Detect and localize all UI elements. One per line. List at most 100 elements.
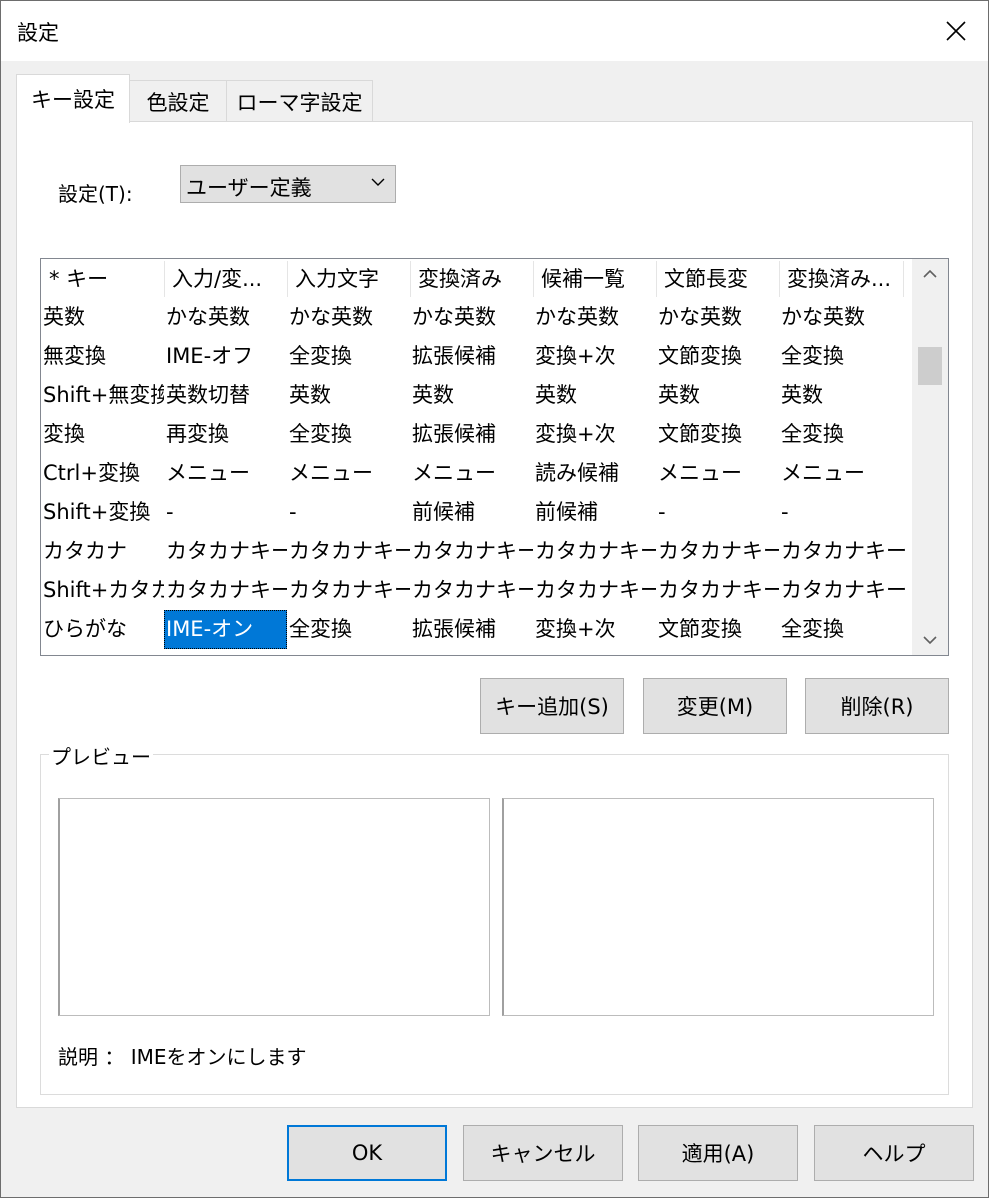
assignment-cell[interactable]: カタカナキー xyxy=(410,532,533,571)
assignment-cell[interactable]: 拡張候補 xyxy=(410,415,533,454)
assignment-cell[interactable]: メニュー xyxy=(287,454,410,493)
table-row[interactable]: Ctrl+変換 メニュー メニュー メニュー 読み候補 メニュー メニュー xyxy=(41,454,912,493)
cancel-button[interactable]: キャンセル xyxy=(463,1125,623,1181)
help-button[interactable]: ヘルプ xyxy=(814,1125,974,1181)
assignment-cell[interactable]: 全変換 xyxy=(779,337,912,376)
close-button[interactable] xyxy=(924,1,988,61)
assignment-cell[interactable]: カタカナキー xyxy=(287,571,410,610)
assignment-cell[interactable]: かな英数 xyxy=(287,298,410,337)
assignment-cell[interactable]: 前候補 xyxy=(410,493,533,532)
key-cell[interactable]: Shift+カタカナ xyxy=(41,571,164,610)
key-cell[interactable]: Shift+無変換 xyxy=(41,376,164,415)
assignment-cell[interactable]: カタカナキー xyxy=(410,571,533,610)
assignment-cell[interactable]: メニュー xyxy=(779,454,912,493)
assignment-cell[interactable]: 読み候補 xyxy=(533,454,656,493)
assignment-cell[interactable]: カタカナキー xyxy=(164,532,287,571)
scroll-thumb[interactable] xyxy=(918,347,942,385)
assignment-cell[interactable]: 全変換 xyxy=(779,415,912,454)
column-divider[interactable] xyxy=(779,261,780,297)
table-row[interactable]: 変換 再変換 全変換 拡張候補 変換+次 文節変換 全変換 xyxy=(41,415,912,454)
column-divider[interactable] xyxy=(410,261,411,297)
assignment-cell[interactable]: 再変換 xyxy=(164,415,287,454)
tab-romaji-settings[interactable]: ローマ字設定 xyxy=(226,80,373,123)
table-row[interactable]: Shift+変換 - - 前候補 前候補 - - xyxy=(41,493,912,532)
assignment-cell[interactable]: かな英数 xyxy=(779,298,912,337)
settings-combo[interactable]: ユーザー定義 xyxy=(180,165,396,203)
assignment-cell[interactable]: IME-オフ xyxy=(164,337,287,376)
assignment-cell[interactable]: 全変換 xyxy=(287,415,410,454)
assignment-cell[interactable]: 変換+次 xyxy=(533,337,656,376)
key-cell[interactable]: Ctrl+変換 xyxy=(41,454,164,493)
assignment-cell[interactable]: 英数切替 xyxy=(164,376,287,415)
assignment-cell[interactable]: メニュー xyxy=(164,454,287,493)
assignment-cell[interactable]: カタカナキー xyxy=(533,571,656,610)
key-assignment-list[interactable]: * キー 入力/変... 入力文字 変換済み 候補一覧 文節長変 変換済み... 英数 かな英… xyxy=(40,258,949,656)
key-cell[interactable]: カタカナ xyxy=(41,532,164,571)
assignment-cell[interactable]: かな英数 xyxy=(410,298,533,337)
assignment-cell[interactable]: 英数 xyxy=(656,376,779,415)
column-header[interactable]: 入力/変... xyxy=(164,259,287,299)
assignment-cell[interactable]: 全変換 xyxy=(287,610,410,649)
key-cell[interactable]: 無変換 xyxy=(41,337,164,376)
ok-button[interactable]: OK xyxy=(287,1125,447,1181)
assignment-cell[interactable]: 変換+次 xyxy=(533,610,656,649)
table-row[interactable]: Shift+カタカナカタカナキーカタカナキーカタカナキーカタカナキーカタカナキー… xyxy=(41,571,912,610)
key-cell[interactable]: 変換 xyxy=(41,415,164,454)
assignment-cell[interactable]: カタカナキー xyxy=(656,571,779,610)
column-header[interactable]: 入力文字 xyxy=(287,259,410,299)
assignment-cell[interactable]: 英数 xyxy=(287,376,410,415)
column-header[interactable]: 候補一覧 xyxy=(533,259,656,299)
table-row[interactable]: ひらがな IME-オン 全変換 拡張候補 変換+次 文節変換 全変換 xyxy=(41,610,912,649)
assignment-cell[interactable]: カタカナキー xyxy=(164,571,287,610)
column-divider[interactable] xyxy=(164,261,165,297)
assignment-cell[interactable]: カタカナキー xyxy=(779,532,912,571)
column-divider[interactable] xyxy=(903,261,904,297)
column-divider[interactable] xyxy=(533,261,534,297)
assignment-cell[interactable]: 文節変換 xyxy=(656,610,779,649)
column-header[interactable]: * キー xyxy=(41,259,164,299)
assignment-cell[interactable]: 全変換 xyxy=(779,610,912,649)
assignment-cell[interactable]: 拡張候補 xyxy=(410,337,533,376)
scroll-up-icon[interactable] xyxy=(922,269,938,279)
assignment-cell[interactable]: 英数 xyxy=(779,376,912,415)
apply-button[interactable]: 適用(A) xyxy=(638,1125,798,1181)
key-cell[interactable]: Shift+変換 xyxy=(41,493,164,532)
assignment-cell[interactable]: 前候補 xyxy=(533,493,656,532)
column-header[interactable]: 文節長変 xyxy=(656,259,779,299)
assignment-cell[interactable]: 英数 xyxy=(533,376,656,415)
key-cell[interactable]: 英数 xyxy=(41,298,164,337)
assignment-cell[interactable]: 全変換 xyxy=(287,337,410,376)
key-cell[interactable]: ひらがな xyxy=(41,610,164,649)
add-key-button[interactable]: キー追加(S) xyxy=(480,678,624,734)
tab-key-settings[interactable]: キー設定 xyxy=(16,74,130,123)
assignment-cell[interactable]: - xyxy=(164,493,287,532)
assignment-cell[interactable]: 英数 xyxy=(410,376,533,415)
scroll-down-icon[interactable] xyxy=(922,635,938,645)
table-row[interactable]: 英数 かな英数 かな英数 かな英数 かな英数 かな英数 かな英数 xyxy=(41,298,912,337)
assignment-cell[interactable]: 変換+次 xyxy=(533,415,656,454)
assignment-cell[interactable]: かな英数 xyxy=(533,298,656,337)
delete-button[interactable]: 削除(R) xyxy=(805,678,949,734)
assignment-cell[interactable]: 文節変換 xyxy=(656,337,779,376)
column-header[interactable]: 変換済み... xyxy=(779,259,912,299)
assignment-cell[interactable]: - xyxy=(656,493,779,532)
table-row[interactable]: 無変換 IME-オフ 全変換 拡張候補 変換+次 文節変換 全変換 xyxy=(41,337,912,376)
assignment-cell[interactable]: - xyxy=(287,493,410,532)
column-divider[interactable] xyxy=(656,261,657,297)
table-row[interactable]: カタカナ カタカナキー カタカナキー カタカナキー カタカナキー カタカナキー カタカナキー xyxy=(41,532,912,571)
assignment-cell[interactable]: カタカナキー xyxy=(533,532,656,571)
assignment-cell[interactable]: カタカナキー xyxy=(779,571,912,610)
change-button[interactable]: 変更(M) xyxy=(643,678,787,734)
assignment-cell[interactable]: IME-オン xyxy=(164,610,287,649)
assignment-cell[interactable]: メニュー xyxy=(656,454,779,493)
assignment-cell[interactable]: かな英数 xyxy=(164,298,287,337)
assignment-cell[interactable]: 文節変換 xyxy=(656,415,779,454)
column-header[interactable]: 変換済み xyxy=(410,259,533,299)
assignment-cell[interactable]: 拡張候補 xyxy=(410,610,533,649)
vertical-scrollbar[interactable] xyxy=(912,259,948,655)
tab-color-settings[interactable]: 色設定 xyxy=(128,80,228,123)
assignment-cell[interactable]: カタカナキー xyxy=(287,532,410,571)
assignment-cell[interactable]: - xyxy=(779,493,912,532)
assignment-cell[interactable]: かな英数 xyxy=(656,298,779,337)
assignment-cell[interactable]: メニュー xyxy=(410,454,533,493)
